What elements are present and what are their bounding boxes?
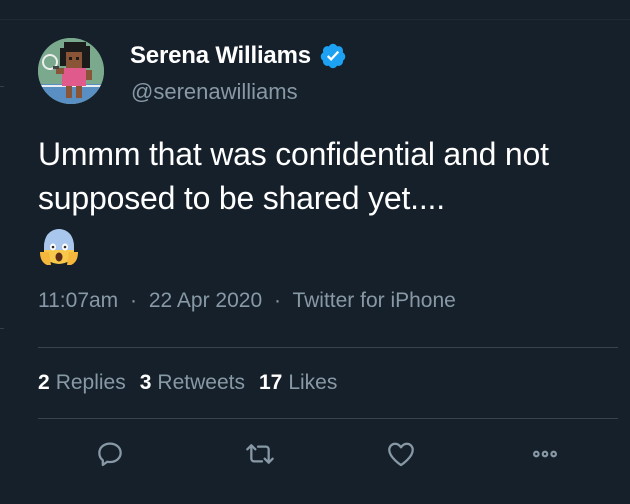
meta-separator: · bbox=[130, 289, 138, 312]
replies-stat[interactable]: 2 Replies bbox=[38, 370, 126, 396]
retweets-label: Retweets bbox=[157, 371, 245, 394]
side-divider bbox=[0, 328, 4, 329]
retweet-icon bbox=[246, 444, 274, 464]
author-handle[interactable]: @serenawilliams bbox=[131, 79, 298, 105]
more-icon bbox=[532, 450, 557, 458]
likes-count: 17 bbox=[258, 371, 283, 394]
tweet-time[interactable]: 11:07am bbox=[38, 289, 118, 312]
retweet-button[interactable] bbox=[242, 436, 278, 472]
divider bbox=[38, 347, 618, 348]
replies-label: Replies bbox=[55, 371, 126, 394]
more-button[interactable] bbox=[527, 436, 563, 472]
tweet-date[interactable]: 22 Apr 2020 bbox=[149, 289, 262, 312]
tweet-text: Ummm that was confidential and not suppo… bbox=[38, 136, 549, 216]
meta-separator: · bbox=[273, 289, 281, 312]
likes-stat[interactable]: 17 Likes bbox=[259, 370, 337, 396]
tweet-stats: 2 Replies 3 Retweets 17 Likes bbox=[38, 370, 351, 396]
reply-icon bbox=[98, 442, 122, 467]
likes-label: Likes bbox=[288, 371, 338, 394]
tweet-source[interactable]: Twitter for iPhone bbox=[292, 289, 455, 312]
side-divider bbox=[0, 86, 4, 87]
author-name-row[interactable]: Serena Williams bbox=[130, 41, 347, 71]
divider bbox=[38, 418, 618, 419]
tweet-meta: 11:07am · 22 Apr 2020 · Twitter for iPho… bbox=[38, 288, 456, 314]
avatar-tennis-player-icon bbox=[38, 38, 104, 104]
verified-badge-icon bbox=[319, 42, 347, 70]
top-border bbox=[0, 19, 630, 20]
author-name[interactable]: Serena Williams bbox=[130, 41, 311, 71]
retweets-count: 3 bbox=[139, 371, 152, 394]
replies-count: 2 bbox=[38, 371, 50, 394]
reply-button[interactable] bbox=[92, 436, 128, 472]
tweet-card: Serena Williams @serenawilliams Ummm tha… bbox=[0, 0, 630, 504]
face-screaming-in-fear-icon bbox=[39, 226, 79, 266]
avatar[interactable] bbox=[38, 38, 104, 104]
retweets-stat[interactable]: 3 Retweets bbox=[140, 370, 245, 396]
heart-icon bbox=[388, 442, 414, 467]
like-button[interactable] bbox=[383, 436, 419, 472]
